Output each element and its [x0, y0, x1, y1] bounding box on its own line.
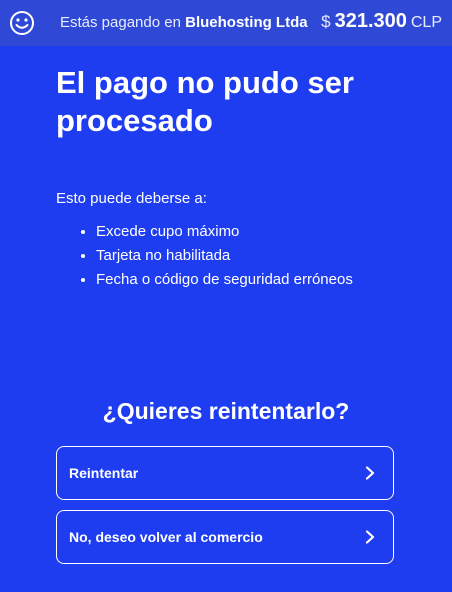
paying-info: Estás pagando en Bluehosting Ltda	[60, 14, 308, 31]
return-button-label: No, deseo volver al comercio	[69, 529, 263, 545]
top-bar: Estás pagando en Bluehosting Ltda $ 321.…	[0, 0, 452, 46]
paying-prefix: Estás pagando en	[60, 14, 181, 31]
payment-amount: $ 321.300 CLP	[321, 10, 442, 33]
page-title: El pago no pudo ser procesado	[56, 65, 354, 138]
reason-item: Excede cupo máximo	[96, 220, 353, 244]
amount-value: 321.300	[334, 10, 407, 32]
chevron-right-icon	[365, 466, 375, 480]
reasons-intro: Esto puede deberse a:	[56, 190, 207, 207]
chevron-right-icon	[365, 530, 375, 544]
merchant-name: Bluehosting Ltda	[185, 14, 308, 31]
reason-item: Tarjeta no habilitada	[96, 244, 353, 268]
reasons-list: Excede cupo máximo Tarjeta no habilitada…	[56, 220, 353, 292]
retry-button-label: Reintentar	[69, 465, 139, 481]
smiley-icon	[10, 11, 34, 35]
retry-question: ¿Quieres reintentarlo?	[102, 398, 350, 424]
reason-item: Fecha o código de seguridad erróneos	[96, 268, 353, 292]
retry-button[interactable]: Reintentar	[56, 446, 394, 500]
currency-code: CLP	[410, 14, 442, 31]
return-to-merchant-button[interactable]: No, deseo volver al comercio	[56, 510, 394, 564]
currency-symbol: $	[321, 12, 331, 31]
